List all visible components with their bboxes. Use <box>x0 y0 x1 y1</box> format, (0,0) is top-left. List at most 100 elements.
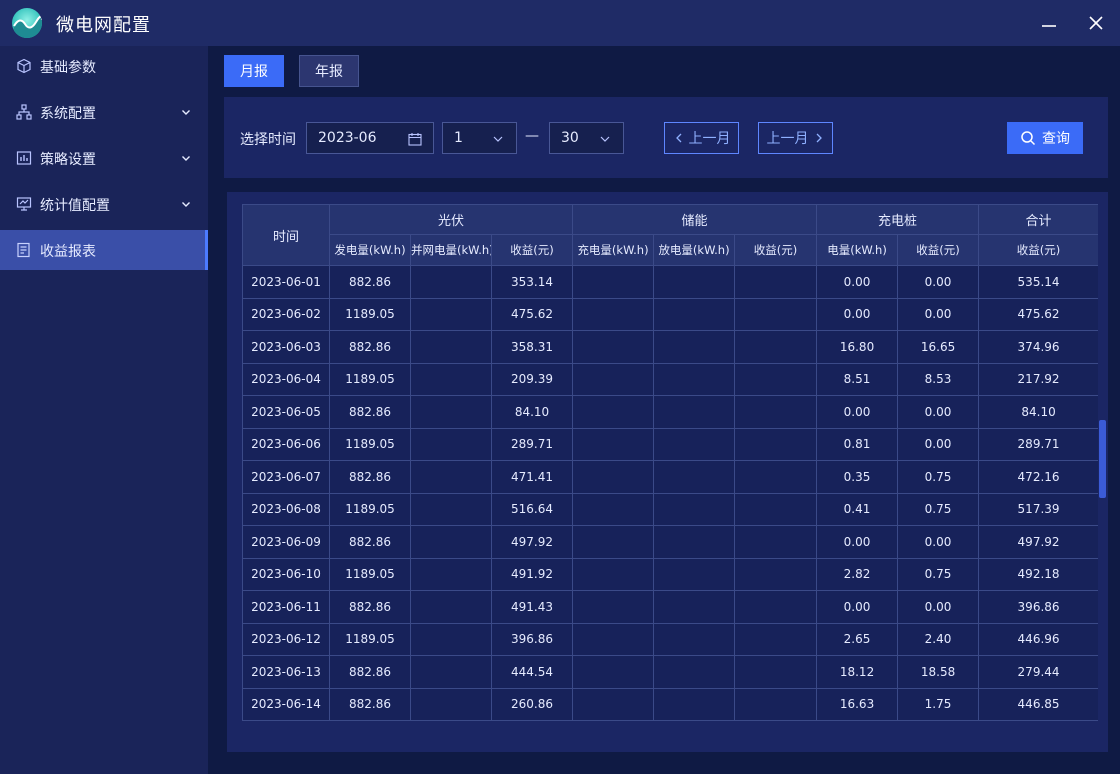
cell-st-charge <box>572 330 655 364</box>
table-row[interactable]: 2023-06-03 882.86 358.31 16.80 16.65 374.96 <box>242 330 1098 364</box>
table-row[interactable]: 2023-06-07 882.86 471.41 0.35 0.75 472.16 <box>242 460 1098 494</box>
sidebar: 基础参数 系统配置 策略设置 统计值配置 收益报表 <box>0 46 208 774</box>
cell-st-charge <box>572 427 655 461</box>
cell-pv-income: 444.54 <box>490 655 574 689</box>
table-row[interactable]: 2023-06-14 882.86 260.86 16.63 1.75 446.85 <box>242 687 1098 721</box>
cell-pv-grid <box>410 622 492 656</box>
next-month-label: 上一月 <box>766 131 809 147</box>
minimize-button[interactable] <box>1037 11 1061 35</box>
cell-pv-gen: 882.86 <box>329 265 411 299</box>
cell-pv-income: 358.31 <box>490 330 574 364</box>
cell-ch-energy: 8.51 <box>816 362 899 396</box>
chart-grid-icon <box>16 151 32 165</box>
sidebar-item-system-config[interactable]: 系统配置 <box>0 92 208 132</box>
sidebar-item-label: 策略设置 <box>40 152 96 168</box>
cell-pv-grid <box>410 460 492 494</box>
cell-total: 535.14 <box>978 265 1098 299</box>
cell-st-discharge <box>653 362 736 396</box>
cell-st-income <box>734 395 818 429</box>
table-row[interactable]: 2023-06-11 882.86 491.43 0.00 0.00 396.86 <box>242 590 1098 624</box>
cell-pv-income: 471.41 <box>490 460 574 494</box>
cell-date: 2023-06-06 <box>242 427 330 461</box>
cell-date: 2023-06-14 <box>242 687 330 721</box>
tab-monthly[interactable]: 月报 <box>224 55 284 87</box>
cell-st-income <box>734 557 818 591</box>
cell-st-discharge <box>653 395 736 429</box>
cell-st-charge <box>572 362 655 396</box>
scrollbar-thumb[interactable] <box>1099 420 1106 498</box>
header-group-pv: 光伏 <box>328 204 574 235</box>
cell-st-discharge <box>653 622 736 656</box>
cell-st-charge <box>572 297 655 331</box>
header-pv-generation: 发电量(kW.h) <box>329 234 411 266</box>
close-button[interactable] <box>1084 11 1108 35</box>
cell-ch-income: 8.53 <box>897 362 980 396</box>
table-row[interactable]: 2023-06-10 1189.05 491.92 2.82 0.75 492.18 <box>242 557 1098 591</box>
cell-pv-grid <box>410 557 492 591</box>
cell-total: 517.39 <box>978 492 1098 526</box>
previous-month-button[interactable]: 上一月 <box>664 122 739 154</box>
cell-pv-income: 209.39 <box>490 362 574 396</box>
cell-ch-energy: 0.00 <box>816 590 899 624</box>
cell-ch-energy: 0.00 <box>816 265 899 299</box>
chevron-down-icon <box>600 136 610 142</box>
table-row[interactable]: 2023-06-12 1189.05 396.86 2.65 2.40 446.96 <box>242 622 1098 656</box>
time-filter-label: 选择时间 <box>240 132 296 148</box>
cell-st-discharge <box>653 460 736 494</box>
start-day-select[interactable]: 1 <box>442 122 517 154</box>
cell-pv-grid <box>410 265 492 299</box>
table-row[interactable]: 2023-06-13 882.86 444.54 18.12 18.58 279.44 <box>242 655 1098 689</box>
chevron-left-icon <box>675 133 681 143</box>
app-logo-icon <box>12 8 42 38</box>
cell-st-income <box>734 460 818 494</box>
cell-ch-energy: 0.00 <box>816 395 899 429</box>
cell-st-income <box>734 655 818 689</box>
next-month-button[interactable]: 上一月 <box>758 122 833 154</box>
cell-st-income <box>734 687 818 721</box>
table-row[interactable]: 2023-06-06 1189.05 289.71 0.81 0.00 289.71 <box>242 427 1098 461</box>
cell-pv-gen: 1189.05 <box>329 492 411 526</box>
month-date-picker[interactable]: 2023-06 <box>306 122 434 154</box>
table-row[interactable]: 2023-06-09 882.86 497.92 0.00 0.00 497.92 <box>242 525 1098 559</box>
table-row[interactable]: 2023-06-08 1189.05 516.64 0.41 0.75 517.39 <box>242 492 1098 526</box>
cell-ch-income: 1.75 <box>897 687 980 721</box>
table-row[interactable]: 2023-06-04 1189.05 209.39 8.51 8.53 217.92 <box>242 362 1098 396</box>
cell-total: 279.44 <box>978 655 1098 689</box>
tab-yearly[interactable]: 年报 <box>299 55 359 87</box>
cell-st-income <box>734 297 818 331</box>
chevron-down-icon <box>493 136 503 142</box>
cell-date: 2023-06-11 <box>242 590 330 624</box>
query-button[interactable]: 查询 <box>1007 122 1083 154</box>
header-group-charger: 充电桩 <box>816 204 980 235</box>
report-table-viewport[interactable]: 时间 光伏 储能 充电桩 合计 发电量(kW.h) 并网电量(kW.h) 收益(… <box>242 204 1098 722</box>
table-scrollbar[interactable] <box>1099 204 1106 722</box>
range-separator: — <box>525 128 539 144</box>
sidebar-item-strategy[interactable]: 策略设置 <box>0 138 208 178</box>
cell-pv-grid <box>410 330 492 364</box>
cell-st-discharge <box>653 557 736 591</box>
header-pv-grid: 并网电量(kW.h) <box>410 234 492 266</box>
cell-ch-energy: 0.00 <box>816 525 899 559</box>
cell-st-charge <box>572 460 655 494</box>
cell-pv-gen: 1189.05 <box>329 622 411 656</box>
cell-st-charge <box>572 492 655 526</box>
cell-pv-income: 475.62 <box>490 297 574 331</box>
income-report-table: 时间 光伏 储能 充电桩 合计 发电量(kW.h) 并网电量(kW.h) 收益(… <box>242 204 1098 721</box>
cell-st-discharge <box>653 525 736 559</box>
cell-pv-grid <box>410 590 492 624</box>
sidebar-item-income-report[interactable]: 收益报表 <box>0 230 208 270</box>
chevron-right-icon <box>816 133 822 143</box>
table-row[interactable]: 2023-06-02 1189.05 475.62 0.00 0.00 475.62 <box>242 297 1098 331</box>
cell-st-charge <box>572 655 655 689</box>
cell-pv-income: 84.10 <box>490 395 574 429</box>
end-day-select[interactable]: 30 <box>549 122 624 154</box>
chevron-down-icon <box>182 110 190 115</box>
cell-date: 2023-06-12 <box>242 622 330 656</box>
cell-st-charge <box>572 590 655 624</box>
sidebar-item-label: 收益报表 <box>40 244 96 260</box>
table-row[interactable]: 2023-06-01 882.86 353.14 0.00 0.00 535.14 <box>242 265 1098 299</box>
table-row[interactable]: 2023-06-05 882.86 84.10 0.00 0.00 84.10 <box>242 395 1098 429</box>
cell-total: 497.92 <box>978 525 1098 559</box>
sidebar-item-statistics[interactable]: 统计值配置 <box>0 184 208 224</box>
sidebar-item-basic-params[interactable]: 基础参数 <box>0 46 208 86</box>
